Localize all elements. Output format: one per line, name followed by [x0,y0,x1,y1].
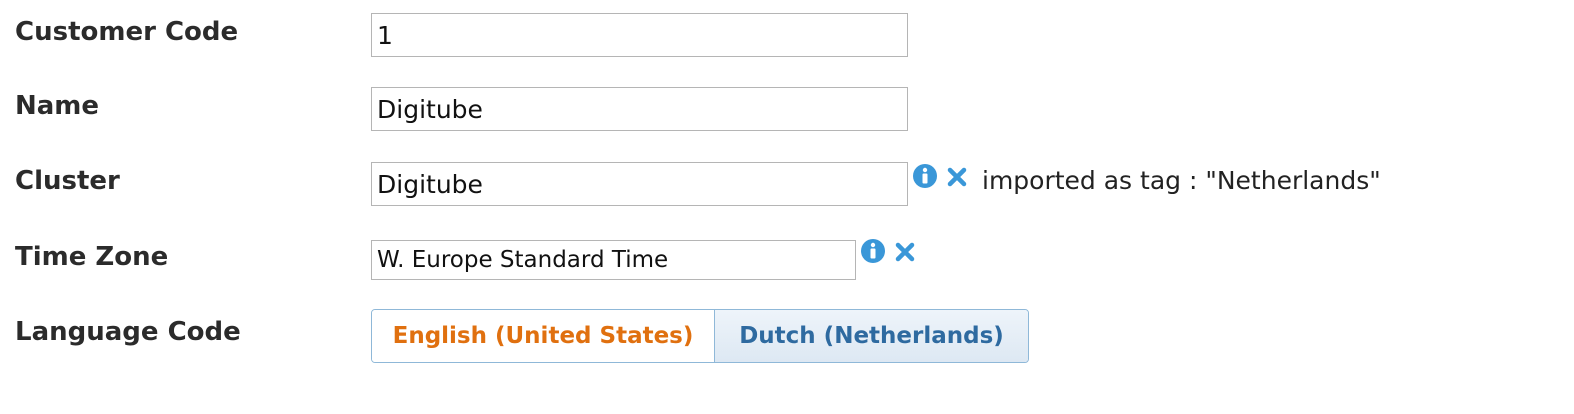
name-input[interactable] [371,87,908,131]
cluster-info-icon[interactable] [912,163,938,189]
customer-code-input[interactable] [371,13,908,57]
name-label: Name [15,91,100,121]
time-zone-input[interactable] [371,240,856,280]
language-option-dutch-nl[interactable]: Dutch (Netherlands) [715,310,1028,362]
customer-code-label: Customer Code [15,17,239,47]
cluster-import-note: imported as tag : "Netherlands" [982,166,1381,195]
language-option-english-us[interactable]: English (United States) [372,310,715,362]
time-zone-clear-icon[interactable] [894,241,916,263]
cluster-label: Cluster [15,166,120,196]
cluster-clear-icon[interactable] [946,166,968,188]
language-code-label: Language Code [15,317,241,347]
time-zone-info-icon[interactable] [860,238,886,264]
cluster-input[interactable] [371,162,908,206]
time-zone-label: Time Zone [15,242,169,272]
language-code-toggle: English (United States) Dutch (Netherlan… [371,309,1029,363]
